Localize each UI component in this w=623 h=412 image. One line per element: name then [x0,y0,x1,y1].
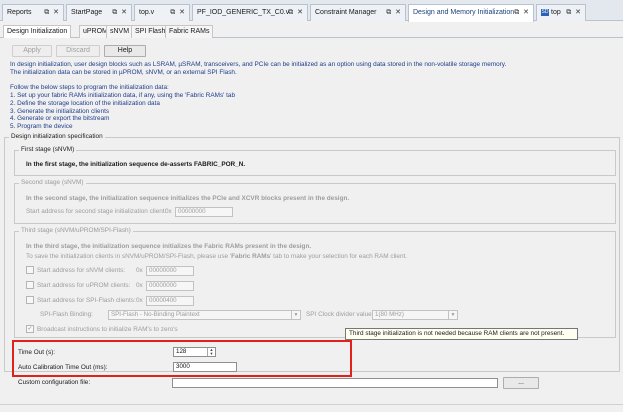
apply-button[interactable]: Apply [12,45,52,57]
tab-constraint-manager[interactable]: Constraint Manager ⧉ ✕ [310,4,406,21]
broadcast-checkbox[interactable]: ✓ [26,325,34,333]
spi-clock-divider-label: SPI Clock divider value: [306,311,374,318]
tab-float-close-icons[interactable]: ⧉ ✕ [514,5,530,20]
first-stage-text: In the first stage, the initialization s… [26,161,246,168]
snvm-start-field[interactable]: 00000000 [146,266,194,276]
tab-design-initialization[interactable]: Design Initialization [3,25,72,38]
custom-config-label: Custom configuration file: [18,379,91,386]
custom-config-field[interactable] [172,378,498,388]
intro-line-1: In design initialization, user design bl… [10,61,507,68]
third-stage-text: In the third stage, the initialization s… [26,243,312,250]
second-stage-address-label: Start address for second stage initializ… [26,208,167,215]
third-stage-info: To save the initialization clients in sN… [26,253,407,260]
second-stage-title: Second stage (sNVM) [19,179,86,186]
third-stage-info-pre: To save the initialization clients in sN… [26,253,232,260]
tab-label: Design and Memory Initialization [413,9,515,16]
spec-group-title: Design initialization specification [9,133,105,140]
discard-button[interactable]: Discard [56,45,100,57]
tab-label: top.v [139,9,155,16]
tab-top[interactable]: SD top ⧉ ✕ [536,4,586,21]
smartdesign-icon: SD [541,8,549,16]
broadcast-label: Broadcast instructions to initialize RAM… [37,326,178,333]
uprom-start-label: Start address for uPROM clients: [37,282,131,289]
spi-clock-divider-value: 1(80 MHz) [375,311,404,318]
snvm-clients-checkbox[interactable] [26,266,34,274]
hex-prefix: 0x [136,297,143,304]
tab-reports[interactable]: Reports ⧉ ✕ [2,4,64,21]
tab-label: top [551,9,561,16]
document-tab-bar: Reports ⧉ ✕ StartPage ⧉ ✕ top.v ⧉ ✕ PF_I… [0,0,623,22]
chevron-down-icon: ▼ [291,311,300,319]
tab-spi-flash[interactable]: SPI Flash [131,25,170,38]
tooltip: Third stage initialization is not needed… [345,328,578,340]
snvm-start-label: Start address for sNVM clients: [37,267,126,274]
spi-binding-select[interactable]: SPI-Flash - No-Binding Plaintext ▼ [108,310,301,320]
tab-design-memory-init[interactable]: Design and Memory Initialization ⧉ ✕ [408,4,534,22]
tab-label: PF_IOD_GENERIC_TX_C0.v [197,9,290,16]
browse-button[interactable]: ... [503,377,539,389]
uprom-clients-checkbox[interactable] [26,281,34,289]
highlight-box [12,340,352,377]
spi-start-field[interactable]: 00000400 [146,296,194,306]
second-stage-address-field[interactable]: 00000000 [175,207,233,217]
third-stage-title: Third stage (sNVM/uPROM/SPI-Flash) [19,227,133,234]
tab-startpage[interactable]: StartPage ⧉ ✕ [66,4,132,21]
spi-clients-checkbox[interactable] [26,296,34,304]
tab-float-close-icons[interactable]: ⧉ ✕ [170,5,186,20]
intro-line-3: Follow the below steps to program the in… [10,84,169,91]
tab-fabric-rams[interactable]: Fabric RAMs [165,25,214,38]
second-stage-group: Second stage (sNVM) [14,179,616,224]
uprom-start-field[interactable]: 00000000 [146,281,194,291]
hex-prefix: 0x [136,282,143,289]
second-stage-text: In the second stage, the initialization … [26,195,350,202]
tab-float-close-icons[interactable]: ⧉ ✕ [112,5,128,20]
hex-prefix: 0x [165,208,172,215]
intro-step-4: 4. Generate or export the bitstream [10,115,110,122]
intro-step-1: 1. Set up your fabric RAMs initializatio… [10,92,236,99]
spi-binding-label: SPI-Flash Binding: [40,311,93,318]
tab-float-close-icons[interactable]: ⧉ ✕ [44,5,60,20]
third-stage-info-post: ' tab to make your selection for each RA… [270,253,408,260]
help-button[interactable]: Help [104,45,146,57]
tab-float-close-icons[interactable]: ⧉ ✕ [288,5,304,20]
tab-label: Constraint Manager [315,9,377,16]
intro-step-5: 5. Program the device [10,123,73,130]
hex-prefix: 0x [136,267,143,274]
chevron-down-icon: ▼ [448,311,457,319]
tab-pf-iod-generic[interactable]: PF_IOD_GENERIC_TX_C0.v ⧉ ✕ [192,4,308,21]
intro-step-2: 2. Define the storage location of the in… [10,100,160,107]
spi-clock-divider-select[interactable]: 1(80 MHz) ▼ [372,310,458,320]
spi-binding-value: SPI-Flash - No-Binding Plaintext [111,311,200,318]
tab-float-close-icons[interactable]: ⧉ ✕ [566,5,582,20]
tab-label: Reports [7,9,32,16]
first-stage-title: First stage (sNVM) [19,146,77,153]
tab-snvm[interactable]: sNVM [106,25,134,38]
tab-float-close-icons[interactable]: ⧉ ✕ [386,5,402,20]
tab-top-v[interactable]: top.v ⧉ ✕ [134,4,190,21]
spi-start-label: Start address for SPI-Flash clients: [37,297,136,304]
tab-label: StartPage [71,9,103,16]
divider [0,404,623,405]
intro-step-3: 3. Generate the initialization clients [10,108,110,115]
fabric-rams-ref: Fabric RAMs [231,253,271,260]
intro-line-2: The initialization data can be stored in… [10,69,237,76]
sub-tab-bar: Design Initialization uPROM sNVM SPI Fla… [0,22,623,38]
